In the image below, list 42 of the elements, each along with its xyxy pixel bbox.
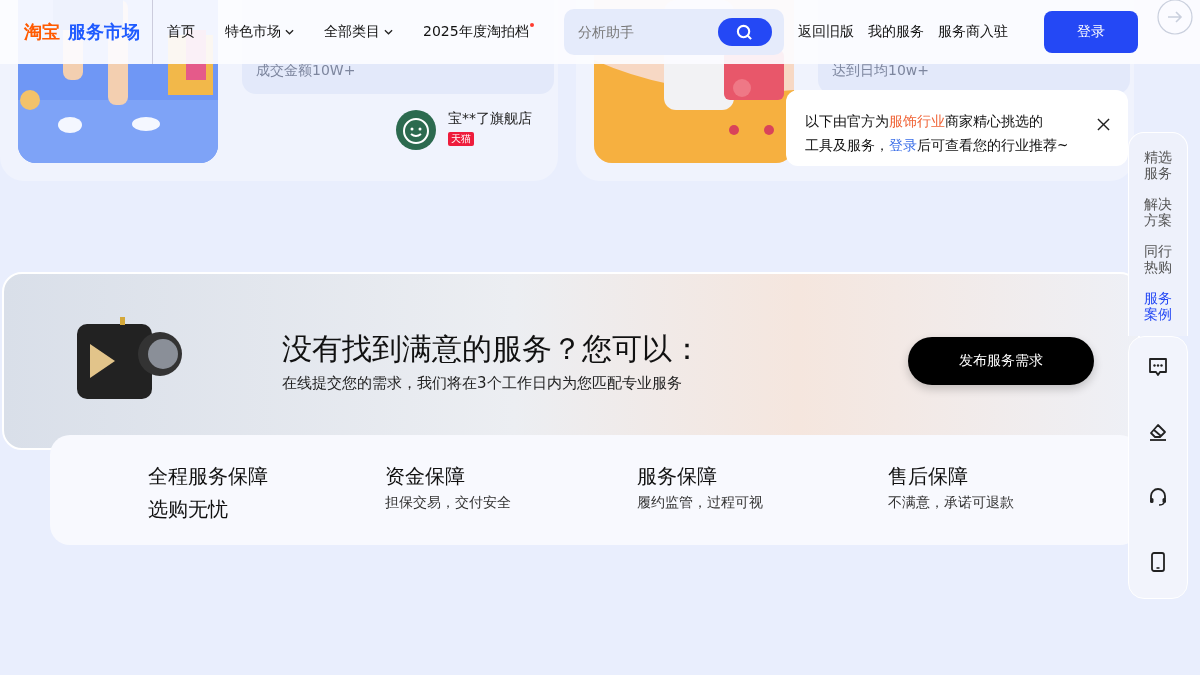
header-link[interactable]: 返回旧版 xyxy=(797,23,854,41)
search-button[interactable] xyxy=(717,18,772,46)
header-link[interactable]: 我的服务 xyxy=(867,23,924,41)
side-nav-item[interactable]: 同行热购 xyxy=(1143,243,1173,275)
guarantee-subtitle: 不满意，承诺可退款 xyxy=(888,494,1016,512)
shop-name: 宝**了旗舰店 xyxy=(448,110,532,128)
guarantee-title: 全程服务保障 xyxy=(148,463,269,490)
publish-request-button[interactable]: 发布服务需求 xyxy=(908,337,1094,385)
login-button[interactable]: 登录 xyxy=(1043,11,1138,53)
side-nav-item[interactable]: 服务案例 xyxy=(1143,290,1173,322)
side-nav-item[interactable]: 解决方案 xyxy=(1143,196,1173,228)
guarantee-title: 售后保障 xyxy=(888,463,970,490)
headset-icon[interactable] xyxy=(1147,486,1169,508)
case-result-text: 成交金额10W+ xyxy=(256,62,356,80)
guarantee-title: 资金保障 xyxy=(385,463,467,490)
search-icon xyxy=(736,23,754,41)
nav-link[interactable]: 特色市场 xyxy=(225,23,294,41)
nav-link[interactable]: 全部类目 xyxy=(324,23,393,41)
guarantee-subtitle: 履约监管，过程可视 xyxy=(636,494,764,512)
close-icon[interactable] xyxy=(1097,118,1110,131)
notification-dot xyxy=(529,23,534,27)
chevron-down-icon xyxy=(285,29,294,35)
banner-subtitle: 在线提交您的需求，我们将在3个工作日内为您匹配专业服务 xyxy=(282,374,683,393)
chevron-down-icon xyxy=(384,29,393,35)
case-result-text: 达到日均10w+ xyxy=(832,62,929,80)
guarantee-subtitle: 选购无忧 xyxy=(148,496,229,523)
logo-product[interactable]: 服务市场 xyxy=(68,20,140,44)
eraser-icon[interactable] xyxy=(1147,421,1169,443)
search-input[interactable]: 分析助手 xyxy=(575,23,718,41)
search-field[interactable]: 分析助手 xyxy=(563,9,784,55)
nav-link[interactable]: 首页 xyxy=(167,23,195,41)
banner-title: 没有找到满意的服务？您可以： xyxy=(282,330,703,368)
guarantee-subtitle: 担保交易，交付安全 xyxy=(385,494,513,512)
side-nav-item[interactable]: 精选服务 xyxy=(1143,149,1173,181)
popup-message: 以下由官方为服饰行业商家精心挑选的 工具及服务，登录后可查看您的行业推荐~ xyxy=(805,112,1070,155)
header-link[interactable]: 服务商入驻 xyxy=(937,23,1008,41)
chat-icon[interactable] xyxy=(1147,356,1169,378)
nav-link[interactable]: 2025年度淘拍档 xyxy=(423,23,534,41)
login-link[interactable]: 登录 xyxy=(889,137,917,153)
baby-face-avatar-icon xyxy=(396,110,436,150)
store-badge: 天猫 xyxy=(448,132,474,146)
guarantee-title: 服务保障 xyxy=(636,463,718,490)
